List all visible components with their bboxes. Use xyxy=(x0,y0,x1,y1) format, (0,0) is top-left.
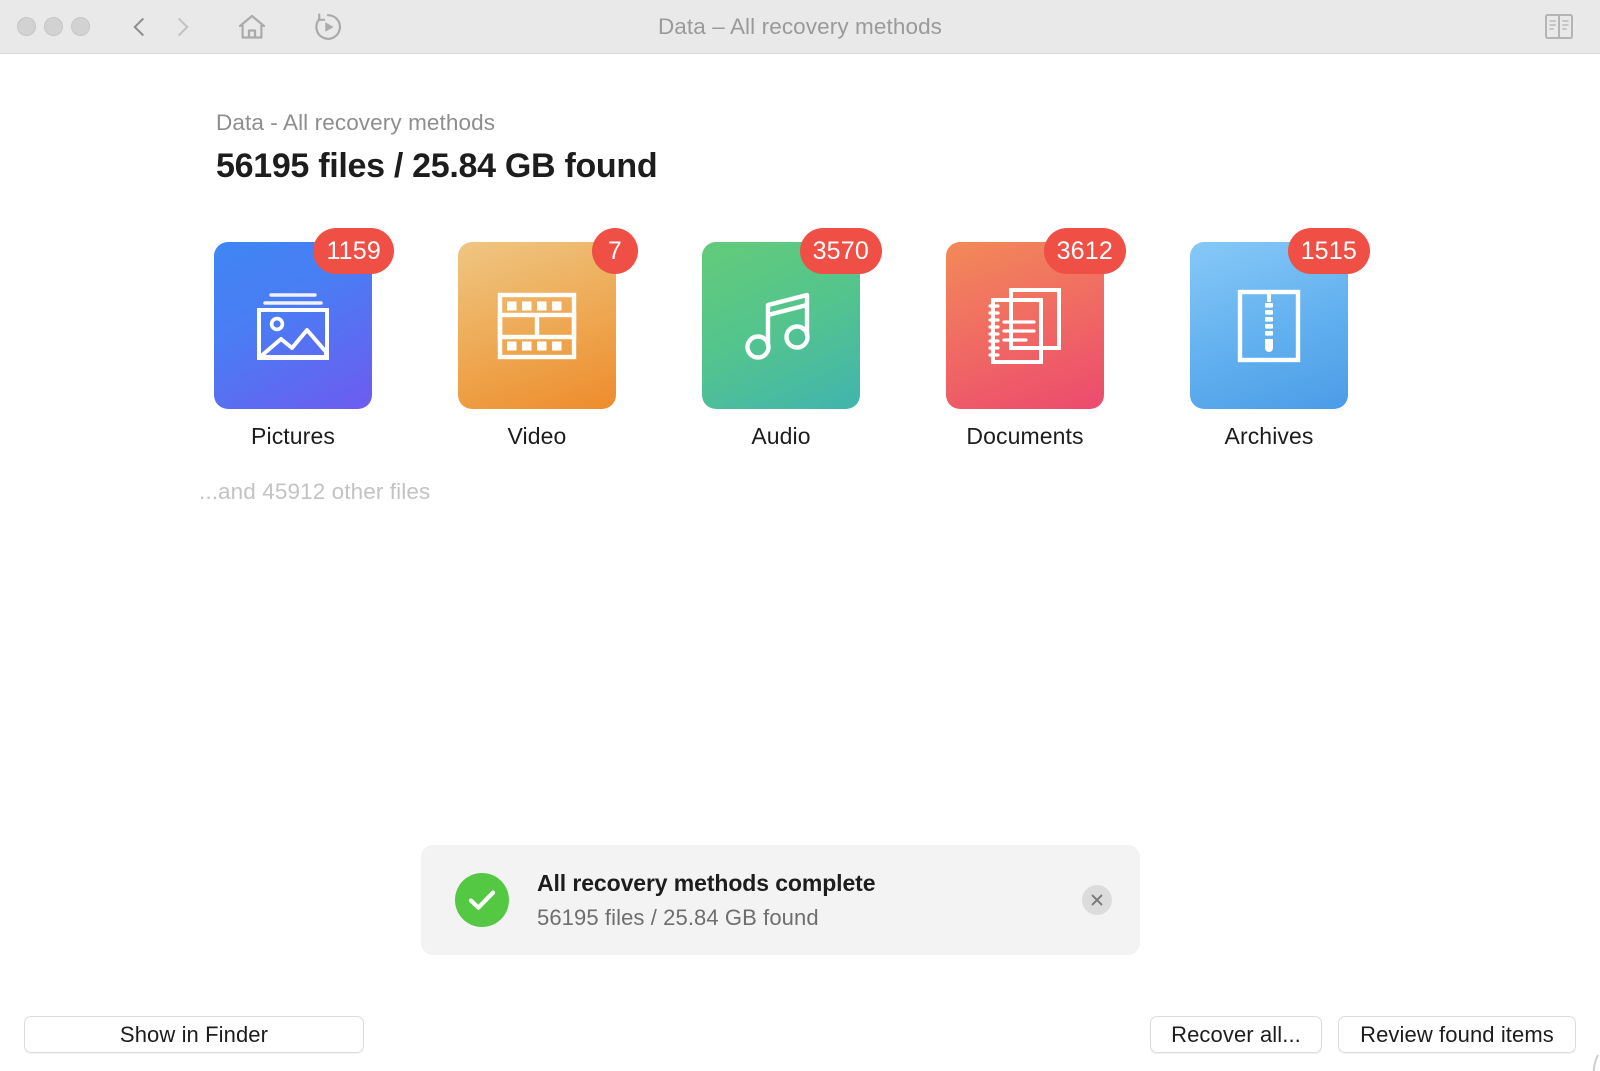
results-headline: 56195 files / 25.84 GB found xyxy=(216,143,657,189)
film-icon xyxy=(494,285,580,367)
picture-icon xyxy=(247,285,339,367)
navigation-controls xyxy=(129,14,193,40)
document-icon xyxy=(982,284,1068,368)
notification-subtitle: 56195 files / 25.84 GB found xyxy=(537,905,1082,931)
category-tile-documents[interactable]: 3612 Documents xyxy=(946,242,1104,450)
category-tiles: 1159 Pictures xyxy=(214,242,1348,450)
category-tile-pictures[interactable]: 1159 Pictures xyxy=(214,242,372,450)
audio-label: Audio xyxy=(751,423,810,450)
footer-action-buttons: Recover all... Review found items xyxy=(1150,1016,1576,1053)
rescan-play-icon[interactable] xyxy=(311,10,345,44)
app-window: Data – All recovery methods Data - All r… xyxy=(0,0,1600,1071)
audio-count-badge: 3570 xyxy=(800,228,882,274)
archives-tile-box[interactable]: 1515 xyxy=(1190,242,1348,409)
video-count-badge: 7 xyxy=(592,228,638,274)
results-header: Data - All recovery methods 56195 files … xyxy=(216,109,657,189)
pictures-label: Pictures xyxy=(251,423,335,450)
other-files-text: ...and 45912 other files xyxy=(199,479,430,505)
zoom-window-button[interactable] xyxy=(71,17,90,36)
notification-text: All recovery methods complete 56195 file… xyxy=(537,870,1082,931)
back-chevron-icon[interactable] xyxy=(129,14,151,40)
resize-corner-handle[interactable] xyxy=(1582,1053,1600,1071)
recover-all-button[interactable]: Recover all... xyxy=(1150,1016,1322,1053)
notification-close-icon[interactable] xyxy=(1082,885,1112,915)
category-tile-archives[interactable]: 1515 Archives xyxy=(1190,242,1348,450)
forward-chevron-icon[interactable] xyxy=(171,14,193,40)
documents-label: Documents xyxy=(966,423,1083,450)
pictures-tile-box[interactable]: 1159 xyxy=(214,242,372,409)
window-controls xyxy=(17,17,90,36)
close-window-button[interactable] xyxy=(17,17,36,36)
minimize-window-button[interactable] xyxy=(44,17,63,36)
completion-notification: All recovery methods complete 56195 file… xyxy=(421,845,1140,955)
success-check-icon xyxy=(455,873,509,927)
archives-count-badge: 1515 xyxy=(1288,228,1370,274)
music-icon xyxy=(741,284,821,368)
notification-title: All recovery methods complete xyxy=(537,870,1082,897)
main-content: Data - All recovery methods 56195 files … xyxy=(0,54,1600,1071)
book-icon[interactable] xyxy=(1542,12,1576,42)
video-tile-box[interactable]: 7 xyxy=(458,242,616,409)
results-subtitle: Data - All recovery methods xyxy=(216,109,657,137)
video-label: Video xyxy=(508,423,567,450)
archive-icon xyxy=(1232,284,1306,368)
home-icon[interactable] xyxy=(235,10,269,44)
title-bar: Data – All recovery methods xyxy=(0,0,1600,54)
review-found-items-button[interactable]: Review found items xyxy=(1338,1016,1576,1053)
documents-count-badge: 3612 xyxy=(1044,228,1126,274)
audio-tile-box[interactable]: 3570 xyxy=(702,242,860,409)
category-tile-audio[interactable]: 3570 Audio xyxy=(702,242,860,450)
category-tile-video[interactable]: 7 Video xyxy=(458,242,616,450)
documents-tile-box[interactable]: 3612 xyxy=(946,242,1104,409)
show-in-finder-button[interactable]: Show in Finder xyxy=(24,1016,364,1053)
archives-label: Archives xyxy=(1225,423,1314,450)
pictures-count-badge: 1159 xyxy=(313,228,394,274)
